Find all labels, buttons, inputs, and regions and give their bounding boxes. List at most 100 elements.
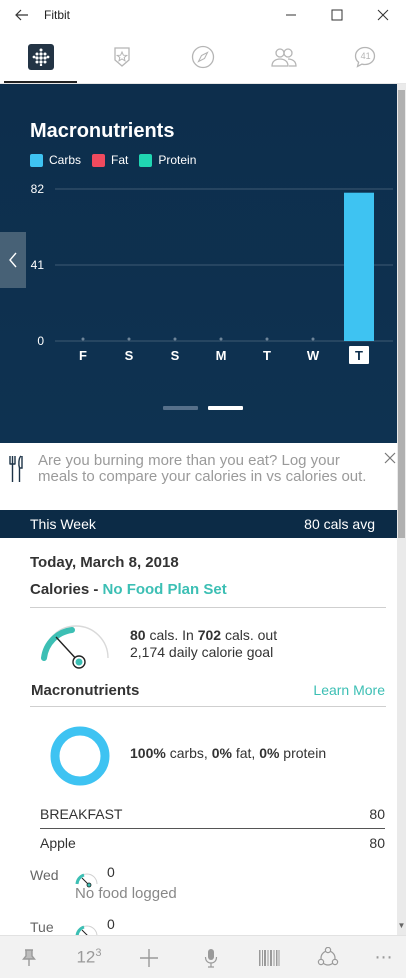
previous-chart-button[interactable] bbox=[0, 232, 26, 288]
protein-percent: 0% bbox=[259, 745, 280, 761]
day-calories-wed: 0 bbox=[107, 864, 115, 880]
x-tick-label[interactable]: W bbox=[307, 348, 320, 363]
empty-day-dot bbox=[219, 337, 223, 341]
barcode-button[interactable] bbox=[256, 936, 282, 978]
day-label-wed[interactable]: Wed bbox=[30, 867, 59, 883]
window-title: Fitbit bbox=[44, 8, 71, 22]
calories-in-out: 80 cals. In 702 cals. out bbox=[130, 627, 277, 643]
food-label: Apple bbox=[40, 835, 76, 851]
pin-button[interactable] bbox=[14, 936, 44, 978]
protein-label: protein bbox=[279, 745, 327, 761]
maximize-icon bbox=[331, 9, 343, 21]
tab-messages[interactable]: 41 bbox=[325, 30, 406, 83]
y-tick-label: 41 bbox=[31, 258, 45, 272]
x-tick-label[interactable]: F bbox=[79, 348, 87, 363]
tab-discover[interactable] bbox=[162, 30, 243, 83]
macronutrient-breakdown: 100% carbs, 0% fat, 0% protein bbox=[130, 745, 326, 761]
add-button[interactable] bbox=[134, 936, 164, 978]
x-tick-label[interactable]: S bbox=[125, 348, 134, 363]
tab-friends[interactable] bbox=[244, 30, 325, 83]
calories-in-label: cals. In bbox=[145, 627, 198, 643]
food-row-apple[interactable]: Apple 80 bbox=[40, 835, 385, 851]
this-week-bar[interactable]: This Week 80 cals avg bbox=[0, 510, 397, 538]
x-tick-label[interactable]: M bbox=[216, 348, 227, 363]
empty-day-dot bbox=[311, 337, 315, 341]
fat-label: fat, bbox=[231, 745, 260, 761]
calorie-goal: 2,174 daily calorie goal bbox=[130, 644, 274, 660]
calories-heading: Calories - No Food Plan Set bbox=[30, 581, 227, 598]
close-button[interactable] bbox=[360, 0, 406, 30]
gauge-pivot-dot bbox=[75, 658, 83, 666]
microphone-icon bbox=[204, 948, 218, 968]
friends-icon bbox=[271, 47, 297, 67]
y-tick-label: 0 bbox=[37, 334, 44, 348]
voice-button[interactable] bbox=[198, 936, 224, 978]
meal-row-breakfast[interactable]: BREAKFAST 80 bbox=[40, 806, 385, 822]
macronutrients-heading: Macronutrients bbox=[31, 682, 140, 699]
number-entry-button[interactable]: 123 bbox=[70, 936, 108, 978]
banner-text: Are you burning more than you eat? Log y… bbox=[38, 452, 367, 485]
chevron-left-icon bbox=[9, 252, 17, 268]
pager-dot-2[interactable] bbox=[208, 406, 243, 410]
minimize-icon bbox=[286, 14, 296, 16]
maximize-button[interactable] bbox=[314, 0, 360, 30]
bar-chart: 82 41 0 F S S M T W T bbox=[31, 182, 393, 364]
day-label-tue[interactable]: Tue bbox=[30, 919, 54, 935]
meal-divider bbox=[40, 828, 385, 829]
calories-out-value: 702 bbox=[197, 627, 222, 643]
macros-divider bbox=[30, 706, 386, 707]
compass-icon bbox=[191, 45, 215, 68]
empty-day-dot bbox=[127, 337, 131, 341]
macronutrients-chart-panel: Macronutrients Carbs Fat Protein 82 41 0 F S… bbox=[0, 84, 397, 443]
chart-pager bbox=[163, 406, 243, 410]
donut-carbs-ring bbox=[50, 726, 110, 786]
empty-day-dot bbox=[81, 337, 85, 341]
carbs-label: carbs, bbox=[165, 745, 212, 761]
scroll-down-arrow-icon[interactable]: ▼ bbox=[397, 921, 406, 933]
gauge-fill bbox=[41, 627, 75, 661]
food-calories: 80 bbox=[369, 835, 385, 851]
fat-percent: 0% bbox=[211, 745, 232, 761]
minimize-button[interactable] bbox=[268, 0, 314, 30]
x-tick-label[interactable]: T bbox=[355, 348, 363, 363]
tab-challenges[interactable] bbox=[81, 30, 162, 83]
x-tick-label[interactable]: T bbox=[263, 348, 271, 363]
x-tick-label[interactable]: S bbox=[171, 348, 180, 363]
star-badge-icon bbox=[114, 46, 130, 67]
number-123-icon: 123 bbox=[76, 947, 102, 967]
share-nodes-icon bbox=[317, 946, 339, 966]
back-button[interactable] bbox=[0, 0, 44, 30]
back-arrow-icon bbox=[15, 9, 28, 21]
share-button[interactable] bbox=[314, 936, 342, 978]
bar-carbs-6[interactable] bbox=[344, 192, 374, 341]
calories-out-label: cals. out bbox=[221, 627, 278, 643]
pager-dot-1[interactable] bbox=[163, 406, 198, 410]
bottom-app-bar: 123 ⋯ bbox=[0, 935, 406, 978]
meal-label: BREAKFAST bbox=[40, 806, 123, 822]
calorie-gauge bbox=[41, 625, 109, 669]
calories-label: Calories - bbox=[30, 581, 103, 598]
scrollbar-thumb[interactable] bbox=[398, 90, 405, 538]
calories-divider bbox=[30, 607, 386, 608]
main-tab-bar: 41 bbox=[0, 30, 406, 84]
title-bar: Fitbit bbox=[0, 0, 406, 30]
barcode-icon bbox=[259, 949, 280, 966]
plus-icon bbox=[140, 948, 158, 967]
food-plan-status[interactable]: No Food Plan Set bbox=[103, 581, 227, 598]
empty-day-dot bbox=[173, 337, 177, 341]
more-button[interactable]: ⋯ bbox=[370, 936, 398, 978]
fork-knife-icon bbox=[9, 455, 23, 482]
calories-in-value: 80 bbox=[130, 627, 146, 643]
day-calories-tue: 0 bbox=[107, 916, 115, 932]
more-dots-icon: ⋯ bbox=[374, 947, 394, 967]
no-food-logged: No food logged bbox=[75, 885, 177, 902]
banner-close-icon[interactable] bbox=[384, 452, 396, 464]
y-tick-label: 82 bbox=[31, 182, 45, 196]
dashboard-dots-icon bbox=[32, 48, 49, 66]
summary-date: Today, March 8, 2018 bbox=[30, 554, 179, 571]
meal-calories: 80 bbox=[369, 806, 385, 822]
empty-day-dot bbox=[265, 337, 269, 341]
messages-count-badge: 41 bbox=[360, 50, 371, 61]
tab-dashboard[interactable] bbox=[0, 30, 81, 83]
learn-more-link[interactable]: Learn More bbox=[313, 682, 385, 698]
